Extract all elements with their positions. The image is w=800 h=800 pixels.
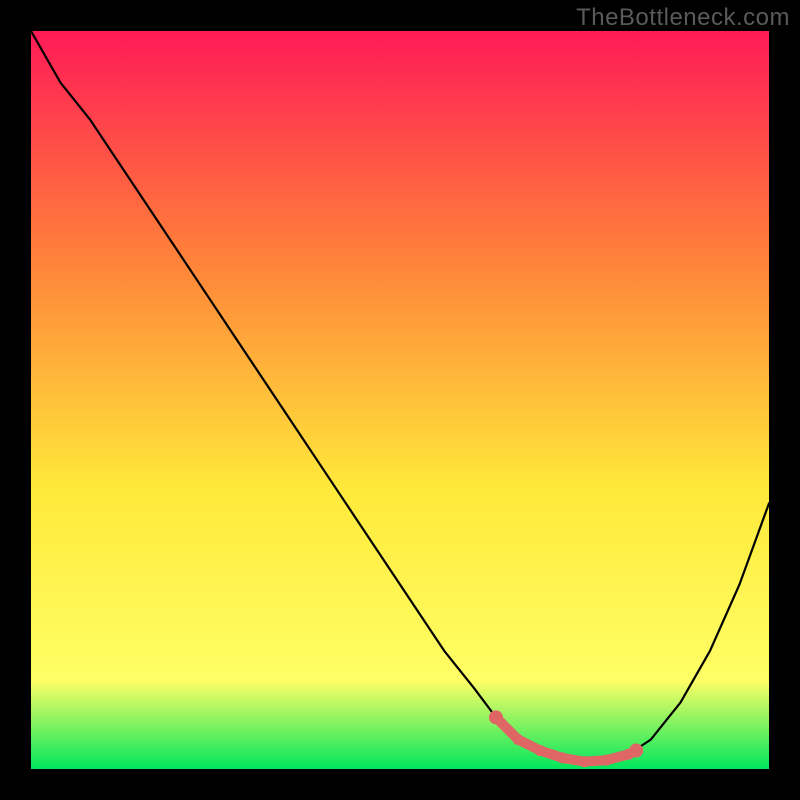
highlight-dot <box>601 755 612 766</box>
highlight-dot <box>513 734 524 745</box>
watermark-text: TheBottleneck.com <box>576 4 790 32</box>
highlight-dot <box>579 756 590 767</box>
highlight-dot <box>629 744 643 758</box>
chart-svg <box>31 31 769 769</box>
chart-frame: TheBottleneck.com <box>0 0 800 800</box>
highlight-dot <box>557 752 568 763</box>
plot-area <box>31 31 769 769</box>
highlight-dot <box>535 745 546 756</box>
gradient-background <box>31 31 769 769</box>
highlight-dot <box>489 710 503 724</box>
